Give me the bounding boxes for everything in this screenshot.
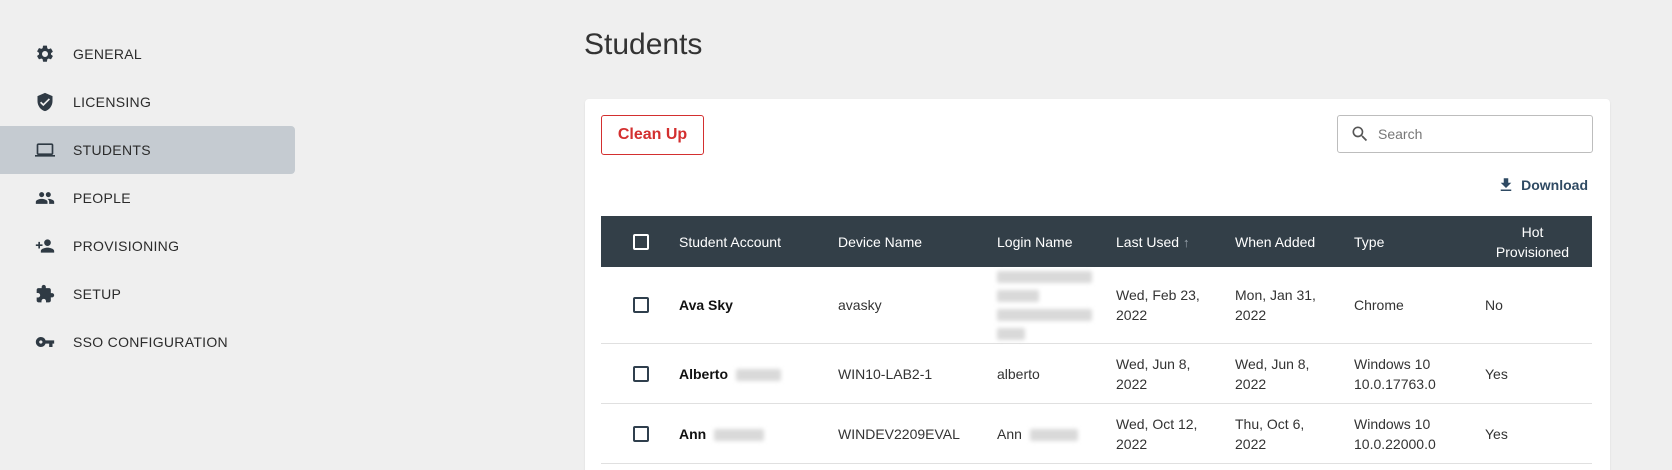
cell-hot-provisioned: Yes — [1485, 425, 1508, 442]
sidebar-item-label: STUDENTS — [73, 142, 151, 158]
sidebar-item-label: LICENSING — [73, 94, 152, 110]
cell-login: alberto — [997, 365, 1040, 382]
header-hot-line1: Hot — [1521, 223, 1544, 240]
download-button[interactable]: Download — [1497, 176, 1588, 194]
sidebar-item-provisioning[interactable]: PROVISIONING — [0, 222, 295, 270]
cell-account: Ann — [679, 426, 838, 442]
students-card: Clean Up Download Student Account Device… — [585, 99, 1610, 470]
header-last-used-label: Last Used — [1116, 233, 1180, 250]
page-title: Students — [584, 28, 703, 61]
row-checkbox[interactable] — [633, 365, 649, 382]
sidebar-item-people[interactable]: PEOPLE — [0, 174, 295, 222]
sidebar-item-label: PROVISIONING — [73, 238, 180, 254]
cell-login: Ann — [997, 426, 1116, 442]
cell-last-used: Wed, Jun 8, 2022 — [1116, 355, 1191, 392]
redacted-text — [714, 428, 765, 441]
sidebar-item-setup[interactable]: SETUP — [0, 270, 295, 318]
header-hot-line2: Provisioned — [1495, 243, 1570, 260]
sidebar-item-sso-configuration[interactable]: SSO CONFIGURATION — [0, 318, 295, 366]
cell-type: Windows 10 10.0.17763.0 — [1354, 355, 1436, 392]
laptop-icon — [34, 139, 56, 161]
cell-type: Chrome — [1354, 297, 1404, 313]
cell-login-redacted — [997, 270, 1116, 340]
header-login-name[interactable]: Login Name — [997, 234, 1116, 250]
cell-account: Alberto — [679, 366, 838, 382]
header-student-account[interactable]: Student Account — [679, 234, 838, 250]
redacted-text — [735, 368, 781, 381]
sidebar-item-licensing[interactable]: LICENSING — [0, 78, 295, 126]
clean-up-button[interactable]: Clean Up — [601, 115, 704, 155]
students-table: Student Account Device Name Login Name L… — [601, 216, 1592, 464]
key-icon — [34, 331, 56, 353]
sidebar-item-label: PEOPLE — [73, 190, 131, 206]
sort-ascending-icon: ↑ — [1183, 234, 1190, 250]
cell-when-added: Wed, Jun 8, 2022 — [1235, 355, 1310, 392]
puzzle-icon — [34, 283, 56, 305]
sidebar-item-general[interactable]: GENERAL — [0, 30, 295, 78]
sidebar-item-label: GENERAL — [73, 46, 143, 62]
download-label: Download — [1521, 177, 1588, 193]
table-row[interactable]: Alberto WIN10-LAB2-1 alberto Wed, Jun 8,… — [601, 344, 1592, 404]
cell-device: WIN10-LAB2-1 — [838, 365, 933, 382]
table-row[interactable]: Ava Sky avasky Wed, Feb 23, 2022 Mon, Ja… — [601, 267, 1592, 344]
redacted-text — [1029, 428, 1078, 441]
table-row[interactable]: Ann WINDEV2209EVAL Ann Wed, Oct 12, 2022… — [601, 404, 1592, 464]
header-hot-provisioned[interactable]: Hot Provisioned — [1473, 222, 1592, 262]
header-type[interactable]: Type — [1354, 234, 1473, 250]
row-checkbox[interactable] — [633, 425, 649, 442]
cell-hot-provisioned: Yes — [1485, 365, 1508, 382]
header-when-added[interactable]: When Added — [1235, 234, 1354, 250]
sidebar-item-label: SSO CONFIGURATION — [73, 334, 228, 350]
search-input[interactable] — [1378, 126, 1578, 142]
header-last-used[interactable]: Last Used ↑ — [1116, 234, 1235, 250]
download-icon — [1500, 178, 1512, 191]
cell-device: WINDEV2209EVAL — [838, 425, 960, 442]
sidebar-item-students[interactable]: STUDENTS — [0, 126, 295, 174]
people-icon — [34, 187, 56, 209]
header-device-name[interactable]: Device Name — [838, 234, 997, 250]
select-all-checkbox[interactable] — [633, 233, 649, 250]
table-header: Student Account Device Name Login Name L… — [601, 216, 1592, 267]
cell-when-added: Thu, Oct 6, 2022 — [1235, 415, 1305, 452]
gear-icon — [34, 43, 56, 65]
search-box[interactable] — [1337, 115, 1593, 153]
shield-check-icon — [34, 91, 56, 113]
search-icon — [1352, 126, 1368, 142]
cell-type: Windows 10 10.0.22000.0 — [1354, 415, 1436, 452]
cell-when-added: Mon, Jan 31, 2022 — [1235, 287, 1316, 323]
sidebar-item-label: SETUP — [73, 286, 122, 302]
sidebar: GENERAL LICENSING STUDENTS PEOPLE PROVIS… — [0, 30, 295, 366]
cell-device: avasky — [838, 297, 882, 313]
cell-account: Ava Sky — [679, 297, 733, 313]
cell-hot-provisioned: No — [1485, 297, 1503, 313]
person-add-icon — [34, 235, 56, 257]
row-checkbox[interactable] — [633, 297, 649, 313]
cell-last-used: Wed, Feb 23, 2022 — [1116, 287, 1200, 323]
cell-last-used: Wed, Oct 12, 2022 — [1116, 415, 1198, 452]
